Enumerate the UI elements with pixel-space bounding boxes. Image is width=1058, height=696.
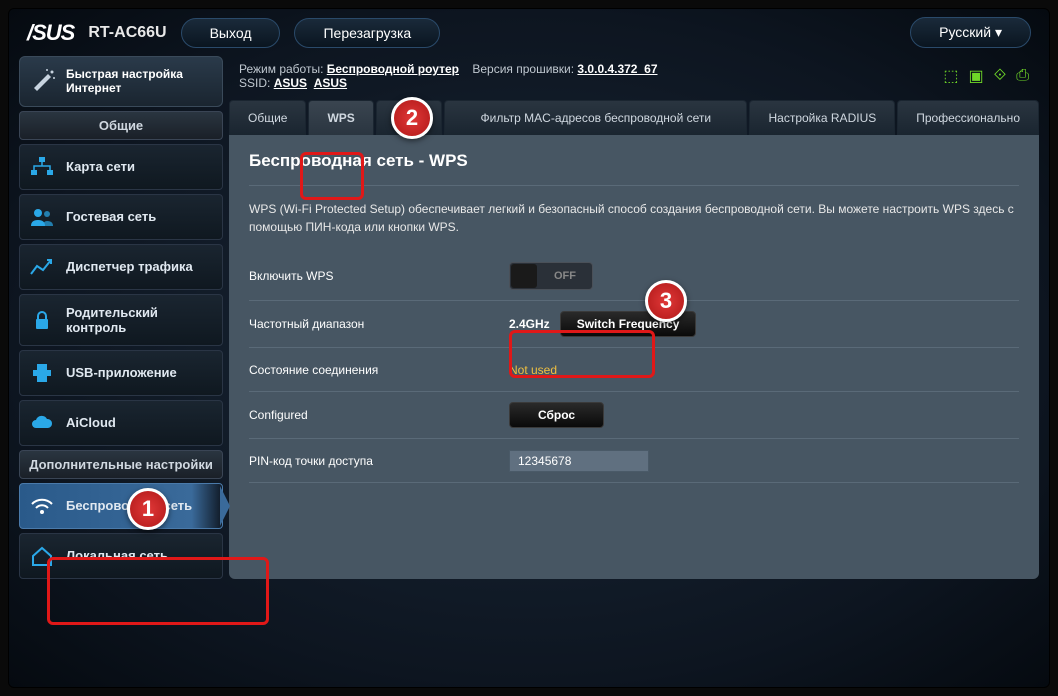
toggle-knob	[511, 264, 537, 288]
nav-network-map[interactable]: Карта сети	[19, 144, 223, 190]
row-configured: Configured Сброс	[249, 392, 1019, 439]
topbar: /SUS RT-AC66U Выход Перезагрузка Русский…	[9, 9, 1049, 56]
usb-icon	[28, 361, 56, 385]
section-advanced: Дополнительные настройки	[19, 450, 223, 479]
content-area: Режим работы: Беспроводной роутер Версия…	[229, 56, 1039, 579]
traffic-icon	[28, 255, 56, 279]
marker-3: 3	[645, 280, 687, 322]
status-icon-1[interactable]: ⬚	[943, 66, 958, 86]
nav-label: Гостевая сеть	[66, 209, 156, 224]
tab-professional[interactable]: Профессионально	[897, 100, 1039, 135]
home-icon	[28, 544, 56, 568]
tab-wps[interactable]: WPS	[308, 100, 373, 135]
lock-icon	[28, 308, 56, 332]
cloud-icon	[28, 411, 56, 435]
tab-mac-filter[interactable]: Фильтр MAC-адресов беспроводной сети	[444, 100, 747, 135]
nav-usb-app[interactable]: USB-приложение	[19, 350, 223, 396]
row-pin: PIN-код точки доступа 12345678	[249, 439, 1019, 483]
pin-value: 12345678	[509, 450, 649, 472]
wand-icon	[28, 67, 58, 95]
wps-toggle[interactable]: OFF	[509, 262, 593, 290]
info-bar: Режим работы: Беспроводной роутер Версия…	[229, 56, 1039, 96]
nav-label: Родительский контроль	[66, 305, 214, 335]
nav-traffic-manager[interactable]: Диспетчер трафика	[19, 244, 223, 290]
ssid1-link[interactable]: ASUS	[274, 76, 307, 90]
nav-label: USB-приложение	[66, 365, 177, 380]
panel-description: WPS (Wi-Fi Protected Setup) обеспечивает…	[249, 200, 1019, 236]
row-frequency: Частотный диапазон 2.4GHz Switch Frequen…	[249, 301, 1019, 348]
frequency-value: 2.4GHz	[509, 317, 550, 331]
nav-label: Диспетчер трафика	[66, 259, 193, 274]
marker-2: 2	[391, 97, 433, 139]
status-icons: ⬚ ▣ ⟐ ⎙	[943, 62, 1029, 86]
marker-1: 1	[127, 488, 169, 530]
nav-label: AiCloud	[66, 415, 116, 430]
status-icon-2[interactable]: ▣	[968, 66, 983, 86]
row-enable-wps: Включить WPS OFF	[249, 252, 1019, 301]
brand-logo: /SUS	[27, 20, 74, 46]
wifi-icon	[28, 494, 56, 518]
nav-lan[interactable]: Локальная сеть	[19, 533, 223, 579]
wps-panel: Беспроводная сеть - WPS WPS (Wi-Fi Prote…	[229, 135, 1039, 579]
reboot-button[interactable]: Перезагрузка	[294, 18, 440, 48]
mode-link[interactable]: Беспроводной роутер	[327, 62, 459, 76]
connection-value: Not used	[509, 363, 557, 377]
model-name: RT-AC66U	[88, 24, 166, 42]
router-admin-ui: /SUS RT-AC66U Выход Перезагрузка Русский…	[8, 8, 1050, 688]
ssid2-link[interactable]: ASUS	[314, 76, 347, 90]
nav-label: Карта сети	[66, 159, 135, 174]
nav-aicloud[interactable]: AiCloud	[19, 400, 223, 446]
nav-guest-network[interactable]: Гостевая сеть	[19, 194, 223, 240]
sidebar: Быстрая настройка Интернет Общие Карта с…	[19, 56, 223, 579]
tab-radius[interactable]: Настройка RADIUS	[749, 100, 895, 135]
guest-icon	[28, 205, 56, 229]
quick-setup-button[interactable]: Быстрая настройка Интернет	[19, 56, 223, 107]
toggle-state: OFF	[538, 270, 592, 282]
usb-status-icon[interactable]: ⟐	[994, 67, 1007, 85]
language-select[interactable]: Русский ▾	[910, 17, 1031, 48]
panel-title: Беспроводная сеть - WPS	[249, 151, 1019, 171]
firmware-link[interactable]: 3.0.0.4.372_67	[577, 62, 657, 76]
logout-button[interactable]: Выход	[181, 18, 281, 48]
nav-label: Локальная сеть	[66, 548, 168, 563]
row-connection-state: Состояние соединения Not used	[249, 348, 1019, 392]
tab-general[interactable]: Общие	[229, 100, 306, 135]
section-general: Общие	[19, 111, 223, 140]
tabs: Общие WPS Мост Фильтр MAC-адресов беспро…	[229, 100, 1039, 135]
nav-parental-control[interactable]: Родительский контроль	[19, 294, 223, 346]
nav-wireless[interactable]: Беспроводная сеть	[19, 483, 223, 529]
printer-status-icon[interactable]: ⎙	[1016, 67, 1029, 85]
chevron-down-icon: ▾	[995, 24, 1002, 40]
network-icon	[28, 155, 56, 179]
reset-button[interactable]: Сброс	[509, 402, 604, 428]
